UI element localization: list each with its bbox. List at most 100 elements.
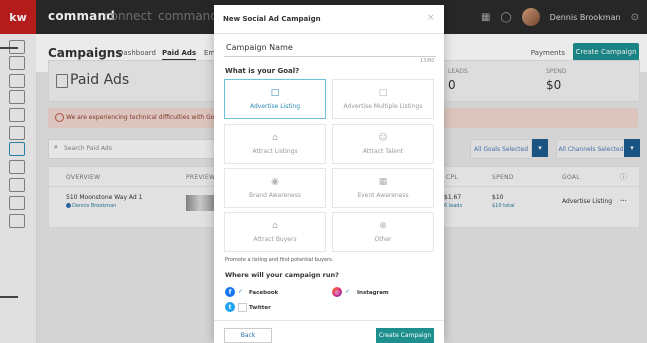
col-overview: OVERVIEW <box>66 174 101 181</box>
multiple-listings-icon: □ <box>378 87 388 98</box>
ads-icon <box>56 74 68 88</box>
kw-logo[interactable]: kw <box>0 0 36 34</box>
ad-title[interactable]: 510 Moonstone Way Ad 1 <box>66 194 142 201</box>
campaign-name-input[interactable]: Campaign Name <box>226 43 293 52</box>
ad-spend-total: $10 total <box>492 203 515 209</box>
create-campaign-modal-button[interactable]: Create Campaign <box>376 328 434 343</box>
instagram-check-icon[interactable]: ✓ <box>345 288 350 295</box>
goal-label: Event Awareness <box>357 191 409 199</box>
avatar[interactable] <box>521 8 540 26</box>
twitter-checkbox[interactable] <box>238 303 247 312</box>
payments-link[interactable]: Payments <box>531 49 565 57</box>
col-spend: SPEND <box>492 174 514 181</box>
channels-filter[interactable]: All Channels Selected <box>556 139 626 159</box>
apps-icon[interactable]: ▦ <box>481 12 490 23</box>
info-icon[interactable]: ⓘ <box>620 172 627 182</box>
instagram-icon: ◎ <box>332 287 342 297</box>
ad-goal: Advertise Listing <box>562 198 613 205</box>
goal-label: Attract Buyers <box>253 235 297 243</box>
contacts-icon[interactable] <box>9 56 25 70</box>
spend-value: $0 <box>546 78 562 92</box>
tasks-icon[interactable] <box>9 178 25 192</box>
brand-connect[interactable]: connect <box>104 9 152 23</box>
goal-label: Attract Talent <box>362 147 404 155</box>
tab-dashboard[interactable]: Dashboard <box>118 49 156 57</box>
modal-title: New Social Ad Campaign <box>223 15 321 23</box>
search-icon: ⌕ <box>54 143 58 151</box>
col-goal: GOAL <box>562 174 580 181</box>
goals-dropdown-button[interactable]: ▾ <box>532 139 548 157</box>
col-cpl: CPL <box>446 174 459 181</box>
people-icon[interactable] <box>9 108 25 122</box>
warning-icon <box>55 113 64 122</box>
leads-value: 0 <box>448 78 456 92</box>
ad-preview-thumbnail[interactable] <box>186 195 214 211</box>
close-icon[interactable]: × <box>427 13 435 23</box>
facebook-check-icon[interactable]: ✓ <box>238 288 243 295</box>
house-icon: ⌂ <box>272 220 278 231</box>
listings-icon[interactable] <box>9 90 25 104</box>
back-button[interactable]: Back <box>224 328 272 343</box>
goal-label: Advertise Multiple Listings <box>343 102 423 110</box>
eye-icon: ◉ <box>271 176 279 187</box>
row-menu-icon[interactable]: ... <box>620 196 627 203</box>
search-placeholder: Search Paid Ads <box>64 145 112 152</box>
spend-label: SPEND <box>546 68 567 75</box>
ad-spend: $10 <box>492 194 504 201</box>
paid-ads-title: Paid Ads <box>70 72 130 88</box>
connect-icon[interactable] <box>9 126 25 140</box>
goal-label: Other <box>374 235 392 243</box>
twitter-icon: t <box>225 302 235 312</box>
modal-footer-divider <box>214 320 444 321</box>
person-icon: ☺ <box>378 132 388 143</box>
username[interactable]: Dennis Brookman <box>550 13 621 22</box>
edge-mark-top <box>0 47 18 49</box>
ad-leads: 6 leads <box>444 203 463 209</box>
create-campaign-button[interactable]: Create Campaign <box>573 43 639 61</box>
plus-circle-icon: ⊕ <box>379 220 387 231</box>
goal-label: Attract Listings <box>252 147 298 155</box>
goal-advertise-multiple-listings[interactable]: □ Advertise Multiple Listings <box>332 79 434 119</box>
house-icon: ⌂ <box>272 132 278 143</box>
goal-label: Advertise Listing <box>249 102 301 110</box>
deals-icon[interactable] <box>9 74 25 88</box>
page-section-title: Campaigns <box>48 46 123 60</box>
ad-owner[interactable]: Dennis Brookman <box>72 203 116 209</box>
alert-text: We are experiencing technical difficulti… <box>66 114 237 121</box>
documents-icon[interactable] <box>9 214 25 228</box>
top-icons: ▦ ◯ Dennis Brookman ⊙ <box>481 8 639 26</box>
goals-filter[interactable]: All Goals Selected <box>470 139 532 159</box>
goal-description: Promote a listing and find potential buy… <box>225 257 334 263</box>
goal-advertise-listing[interactable]: □ Advertise Listing <box>224 79 326 119</box>
goal-event-awareness[interactable]: ▦ Event Awareness <box>332 168 434 208</box>
leads-label: LEADS <box>448 68 468 75</box>
insights-icon[interactable] <box>9 160 25 174</box>
goal-question: What is your Goal? <box>225 67 300 75</box>
goal-brand-awareness[interactable]: ◉ Brand Awareness <box>224 168 326 208</box>
goal-label: Brand Awareness <box>249 191 301 199</box>
user-icon <box>66 203 71 208</box>
ad-cpl: $1.67 <box>444 194 462 201</box>
calendar-icon[interactable] <box>9 196 25 210</box>
char-count: 13/80 <box>420 58 435 64</box>
instagram-label[interactable]: Instagram <box>357 290 389 296</box>
campaign-name-underline <box>224 56 436 57</box>
help-icon[interactable]: ⊙ <box>631 12 639 23</box>
edge-mark-bottom <box>0 296 18 298</box>
facebook-icon: f <box>225 287 235 297</box>
brand-command-mc[interactable]: command <box>158 9 218 23</box>
goal-attract-listings[interactable]: ⌂ Attract Listings <box>224 124 326 164</box>
channels-dropdown-button[interactable]: ▾ <box>624 139 640 157</box>
run-question: Where will your campaign run? <box>225 271 339 279</box>
calendar-icon: ▦ <box>378 176 388 187</box>
listing-icon: □ <box>270 87 280 98</box>
facebook-label[interactable]: Facebook <box>249 290 278 296</box>
bell-icon[interactable]: ◯ <box>500 12 511 23</box>
goal-attract-talent[interactable]: ☺ Attract Talent <box>332 124 434 164</box>
modal-header-divider <box>214 33 444 34</box>
campaigns-icon[interactable] <box>9 142 25 156</box>
col-preview: PREVIEW <box>186 174 216 181</box>
twitter-label[interactable]: Twitter <box>249 305 271 311</box>
goal-attract-buyers[interactable]: ⌂ Attract Buyers <box>224 212 326 252</box>
goal-other[interactable]: ⊕ Other <box>332 212 434 252</box>
